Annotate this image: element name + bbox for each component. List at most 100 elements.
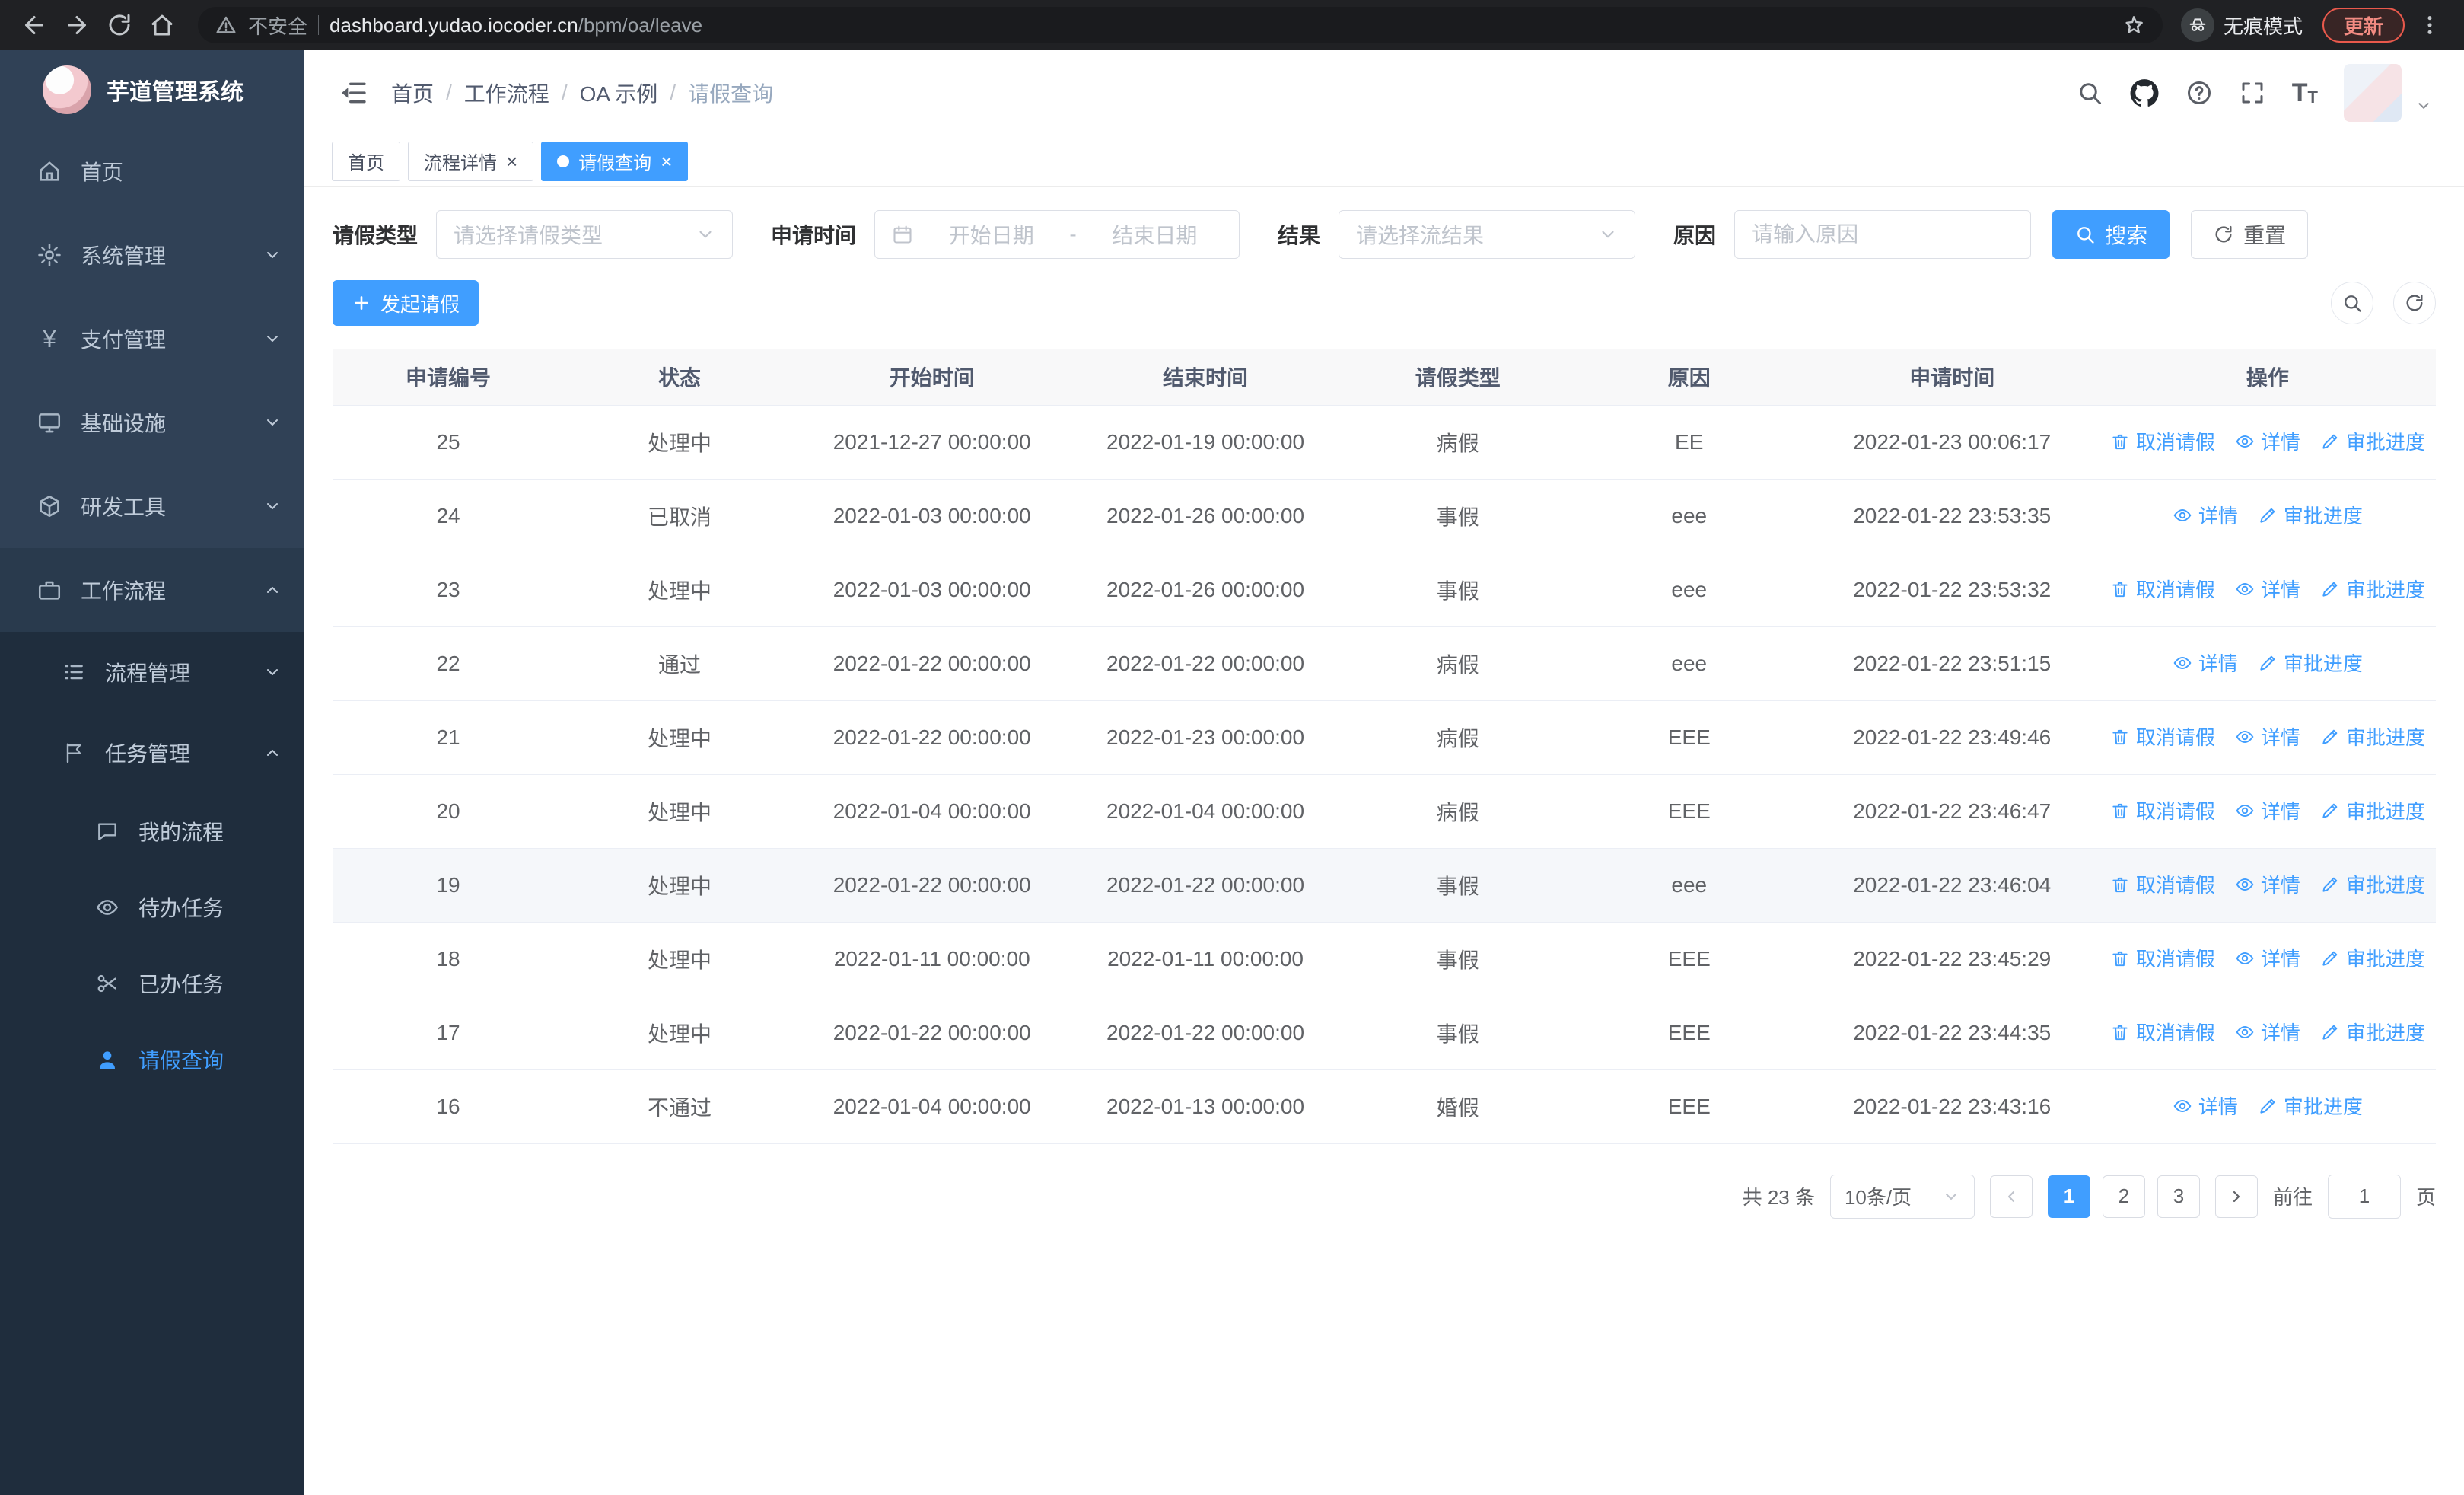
sidebar-item-devtools[interactable]: 研发工具 xyxy=(0,464,304,548)
page-button-1[interactable]: 1 xyxy=(2047,1175,2090,1218)
col-reason: 原因 xyxy=(1573,349,1805,406)
help-icon[interactable] xyxy=(2185,79,2213,107)
sidebar-item-infrastructure[interactable]: 基础设施 xyxy=(0,381,304,464)
cancel-leave-link[interactable]: 取消请假 xyxy=(2110,722,2215,751)
reload-icon[interactable] xyxy=(102,8,137,43)
cell-apply-time: 2022-01-22 23:46:47 xyxy=(1804,774,2099,849)
leave-type-select[interactable]: 请选择请假类型 xyxy=(436,210,734,259)
reason-input[interactable] xyxy=(1734,210,2032,259)
toggle-search-icon[interactable] xyxy=(2331,282,2373,324)
sidebar-item-my-process[interactable]: 我的流程 xyxy=(0,793,304,869)
app-logo[interactable]: 芋道管理系统 xyxy=(0,50,304,129)
bookmark-star-icon[interactable] xyxy=(2122,13,2146,37)
prev-page-button[interactable] xyxy=(1989,1175,2033,1218)
breadcrumb-item[interactable]: 首页 xyxy=(391,78,434,108)
search-button[interactable]: 搜索 xyxy=(2052,210,2170,259)
address-bar[interactable]: 不安全 dashboard.yudao.iocoder.cn/bpm/oa/le… xyxy=(198,7,2163,43)
sidebar-item-label: 系统管理 xyxy=(81,244,167,268)
github-icon[interactable] xyxy=(2129,78,2160,108)
cell-apply-id: 18 xyxy=(333,922,565,996)
cell-apply-id: 25 xyxy=(333,405,565,480)
home-dashboard-icon xyxy=(35,158,64,184)
tab-home[interactable]: 首页 xyxy=(332,141,400,181)
detail-link[interactable]: 详情 xyxy=(2235,870,2300,898)
sidebar-item-home[interactable]: 首页 xyxy=(0,129,304,213)
date-range-picker[interactable]: 开始日期 - 结束日期 xyxy=(874,210,1240,259)
progress-link[interactable]: 审批进度 xyxy=(2320,870,2425,898)
browser-menu-icon[interactable] xyxy=(2412,8,2447,43)
cancel-leave-link[interactable]: 取消请假 xyxy=(2110,944,2215,972)
cell-start-time: 2022-01-11 00:00:00 xyxy=(795,922,1069,996)
user-avatar[interactable] xyxy=(2344,64,2402,122)
cell-actions: 取消请假 详情 审批进度 xyxy=(2099,700,2436,775)
progress-link[interactable]: 审批进度 xyxy=(2320,1018,2425,1046)
search-icon[interactable] xyxy=(2076,79,2103,107)
close-tab-icon[interactable]: × xyxy=(661,151,672,171)
cancel-leave-link[interactable]: 取消请假 xyxy=(2110,427,2215,455)
home-icon[interactable] xyxy=(145,8,180,43)
page-button-3[interactable]: 3 xyxy=(2157,1175,2200,1218)
progress-link[interactable]: 审批进度 xyxy=(2320,944,2425,972)
tab-process-detail[interactable]: 流程详情 × xyxy=(408,141,534,181)
reset-button[interactable]: 重置 xyxy=(2191,210,2309,259)
progress-link[interactable]: 审批进度 xyxy=(2258,649,2363,677)
create-leave-button[interactable]: 发起请假 xyxy=(333,280,479,326)
sidebar-item-leave-query[interactable]: 请假查询 xyxy=(0,1022,304,1098)
sidebar-item-todo-tasks[interactable]: 待办任务 xyxy=(0,869,304,945)
cell-leave-type: 事假 xyxy=(1342,996,1574,1070)
sidebar-item-workflow[interactable]: 工作流程 xyxy=(0,548,304,632)
page-button-2[interactable]: 2 xyxy=(2102,1175,2145,1218)
detail-link[interactable]: 详情 xyxy=(2235,944,2300,972)
progress-link[interactable]: 审批进度 xyxy=(2258,501,2363,529)
page-content: 请假类型 请选择请假类型 申请时间 开始日期 - 结束日期 结果 请选择流结果 xyxy=(304,187,2464,1495)
page-size-select[interactable]: 10条/页 xyxy=(1829,1174,1975,1219)
cancel-leave-link[interactable]: 取消请假 xyxy=(2110,796,2215,824)
detail-link[interactable]: 详情 xyxy=(2173,501,2238,529)
sidebar-item-process-management[interactable]: 流程管理 xyxy=(0,632,304,712)
sidebar-item-done-tasks[interactable]: 已办任务 xyxy=(0,945,304,1022)
progress-link[interactable]: 审批进度 xyxy=(2320,796,2425,824)
cell-end-time: 2022-01-19 00:00:00 xyxy=(1068,405,1342,480)
forward-icon[interactable] xyxy=(59,8,94,43)
sidebar-item-system[interactable]: 系统管理 xyxy=(0,213,304,297)
app-header: 首页 / 工作流程 / OA 示例 / 请假查询 TT xyxy=(304,50,2464,135)
sidebar-item-task-management[interactable]: 任务管理 xyxy=(0,712,304,793)
detail-link[interactable]: 详情 xyxy=(2235,427,2300,455)
cell-apply-time: 2022-01-22 23:45:29 xyxy=(1804,922,2099,996)
sidebar-item-payment[interactable]: ¥ 支付管理 xyxy=(0,297,304,381)
progress-link[interactable]: 审批进度 xyxy=(2320,722,2425,751)
fullscreen-icon[interactable] xyxy=(2239,79,2266,107)
result-select[interactable]: 请选择流结果 xyxy=(1339,210,1636,259)
cell-end-time: 2022-01-22 00:00:00 xyxy=(1068,626,1342,701)
update-button[interactable]: 更新 xyxy=(2322,8,2405,43)
cancel-leave-link[interactable]: 取消请假 xyxy=(2110,870,2215,898)
goto-label: 前往 xyxy=(2272,1186,2313,1209)
detail-link[interactable]: 详情 xyxy=(2235,722,2300,751)
goto-page-input[interactable] xyxy=(2327,1174,2401,1219)
close-tab-icon[interactable]: × xyxy=(506,151,517,171)
detail-link[interactable]: 详情 xyxy=(2235,1018,2300,1046)
progress-link[interactable]: 审批进度 xyxy=(2320,575,2425,603)
next-page-button[interactable] xyxy=(2214,1175,2258,1218)
monitor-icon xyxy=(35,410,64,435)
refresh-table-icon[interactable] xyxy=(2393,282,2436,324)
back-icon[interactable] xyxy=(17,8,52,43)
cell-start-time: 2022-01-03 00:00:00 xyxy=(795,553,1069,627)
breadcrumb-item[interactable]: OA 示例 xyxy=(580,78,658,108)
breadcrumb-item[interactable]: 工作流程 xyxy=(464,78,549,108)
workflow-submenu: 流程管理 任务管理 我的流程 待办任务 已办任务 请假查询 xyxy=(0,632,304,1495)
detail-link[interactable]: 详情 xyxy=(2173,1092,2238,1120)
not-secure-icon xyxy=(215,14,237,37)
font-size-icon[interactable]: TT xyxy=(2292,80,2318,106)
tab-leave-query[interactable]: 请假查询 × xyxy=(541,141,689,181)
avatar-caret-icon[interactable] xyxy=(2415,97,2432,114)
progress-link[interactable]: 审批进度 xyxy=(2258,1092,2363,1120)
cell-status: 已取消 xyxy=(564,479,796,553)
cancel-leave-link[interactable]: 取消请假 xyxy=(2110,575,2215,603)
detail-link[interactable]: 详情 xyxy=(2235,575,2300,603)
progress-link[interactable]: 审批进度 xyxy=(2320,427,2425,455)
sidebar-fold-icon[interactable] xyxy=(338,78,368,108)
detail-link[interactable]: 详情 xyxy=(2173,649,2238,677)
detail-link[interactable]: 详情 xyxy=(2235,796,2300,824)
cancel-leave-link[interactable]: 取消请假 xyxy=(2110,1018,2215,1046)
